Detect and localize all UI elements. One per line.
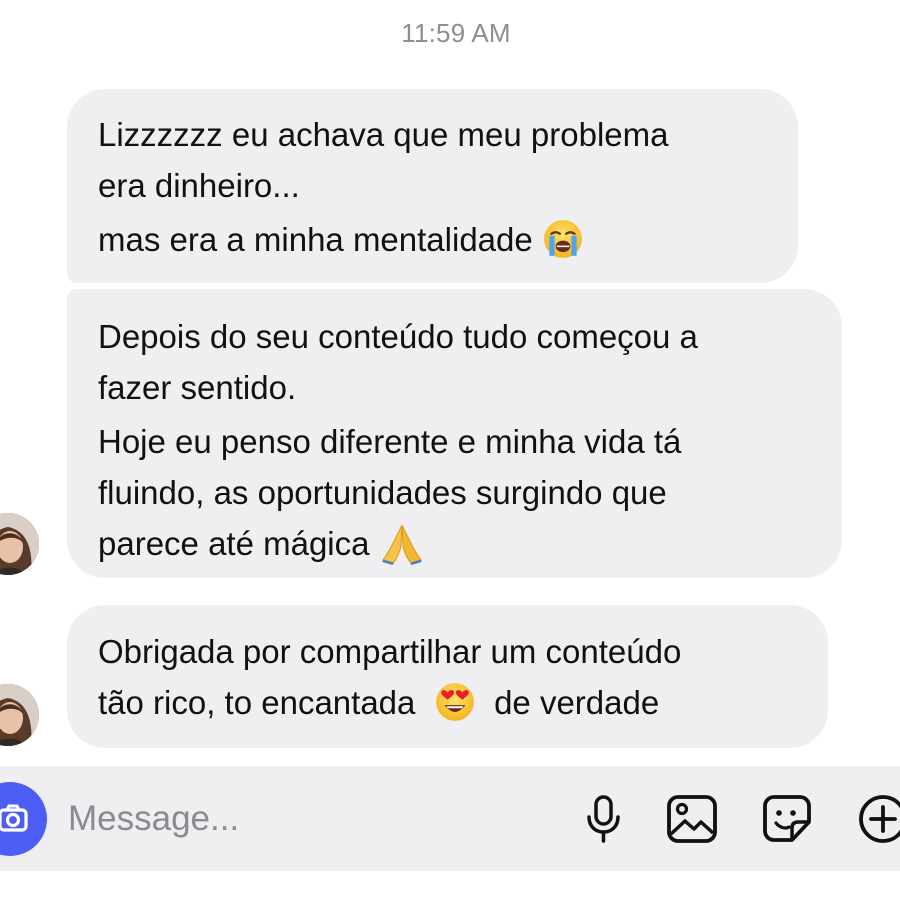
- sticker-icon[interactable]: [760, 792, 814, 846]
- message-line-with-emoji: tão rico, to encantada de verdade: [98, 677, 797, 728]
- message-line: Hoje eu penso diferente e minha vida tá: [98, 423, 682, 460]
- plus-icon[interactable]: [855, 792, 900, 846]
- message-line-with-emoji: parece até mágica: [98, 518, 811, 569]
- message-line: Obrigada por compartilhar um conteúdo: [98, 633, 682, 670]
- message-composer: [0, 766, 900, 871]
- sender-avatar[interactable]: [0, 513, 39, 575]
- incoming-message-bubble[interactable]: Obrigada por compartilhar um conteúdo tã…: [67, 605, 828, 748]
- message-line: fluindo, as oportunidades surgindo que: [98, 474, 667, 511]
- incoming-message-bubble[interactable]: Lizzzzzz eu achava que meu problema era …: [67, 89, 798, 283]
- camera-icon: [0, 804, 28, 832]
- direct-message-thread: 11:59 AM Lizzzzzz eu achava que meu prob…: [0, 0, 900, 911]
- avatar-image: [0, 513, 39, 575]
- message-line: de verdade: [494, 684, 660, 721]
- message-line: parece até mágica: [98, 525, 370, 562]
- message-line: tão rico, to encantada: [98, 684, 416, 721]
- folded-hands-icon: [381, 525, 422, 566]
- avatar-image: [0, 684, 39, 746]
- message-line: mas era a minha mentalidade: [98, 221, 533, 258]
- gallery-icon[interactable]: [665, 792, 719, 846]
- smiling-face-with-heart-eyes-icon: [435, 683, 474, 722]
- camera-button[interactable]: [0, 782, 47, 856]
- message-timestamp: 11:59 AM: [401, 18, 511, 48]
- message-line: era dinheiro...: [98, 167, 300, 204]
- loudly-crying-face-icon: [544, 220, 582, 259]
- message-line: fazer sentido.: [98, 369, 297, 406]
- message-line: Depois do seu conteúdo tudo começou a: [98, 318, 698, 355]
- message-input[interactable]: [68, 796, 448, 842]
- message-line-with-emoji: mas era a minha mentalidade: [98, 214, 767, 265]
- incoming-message-bubble[interactable]: Depois do seu conteúdo tudo começou a fa…: [67, 289, 842, 578]
- message-line: Lizzzzzz eu achava que meu problema: [98, 116, 669, 153]
- sender-avatar[interactable]: [0, 684, 39, 746]
- microphone-icon[interactable]: [578, 792, 632, 846]
